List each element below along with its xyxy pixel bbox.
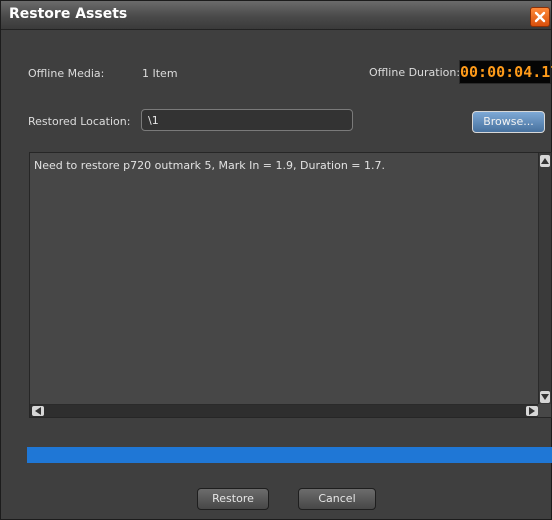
close-x-icon bbox=[534, 11, 546, 23]
restore-button[interactable]: Restore bbox=[197, 488, 269, 510]
arrow-right-icon[interactable] bbox=[526, 406, 538, 416]
progress-bar bbox=[27, 447, 552, 463]
restore-assets-dialog: Restore Assets Offline Media: 1 Item Off… bbox=[0, 0, 552, 520]
restore-log-area[interactable]: Need to restore p720 outmark 5, Mark In … bbox=[29, 152, 552, 418]
browse-button[interactable]: Browse... bbox=[472, 111, 545, 133]
offline-media-label: Offline Media: bbox=[28, 67, 105, 80]
close-button[interactable] bbox=[530, 7, 550, 27]
dialog-title: Restore Assets bbox=[9, 6, 128, 22]
arrow-down-icon[interactable] bbox=[540, 391, 550, 403]
vertical-scrollbar[interactable] bbox=[538, 153, 551, 405]
log-text: Need to restore p720 outmark 5, Mark In … bbox=[34, 159, 385, 172]
title-bar[interactable]: Restore Assets bbox=[1, 1, 551, 30]
restored-location-label: Restored Location: bbox=[28, 115, 131, 128]
offline-duration-label: Offline Duration: bbox=[369, 66, 461, 79]
offline-media-value: 1 Item bbox=[142, 67, 178, 80]
cancel-button[interactable]: Cancel bbox=[298, 488, 376, 510]
horizontal-scrollbar[interactable] bbox=[30, 404, 540, 417]
restored-location-input[interactable]: \1 bbox=[141, 109, 353, 131]
arrow-up-icon[interactable] bbox=[540, 155, 550, 167]
scrollbar-corner bbox=[538, 404, 551, 417]
offline-duration-value: 00:00:04.17 bbox=[459, 60, 552, 84]
arrow-left-icon[interactable] bbox=[32, 406, 44, 416]
